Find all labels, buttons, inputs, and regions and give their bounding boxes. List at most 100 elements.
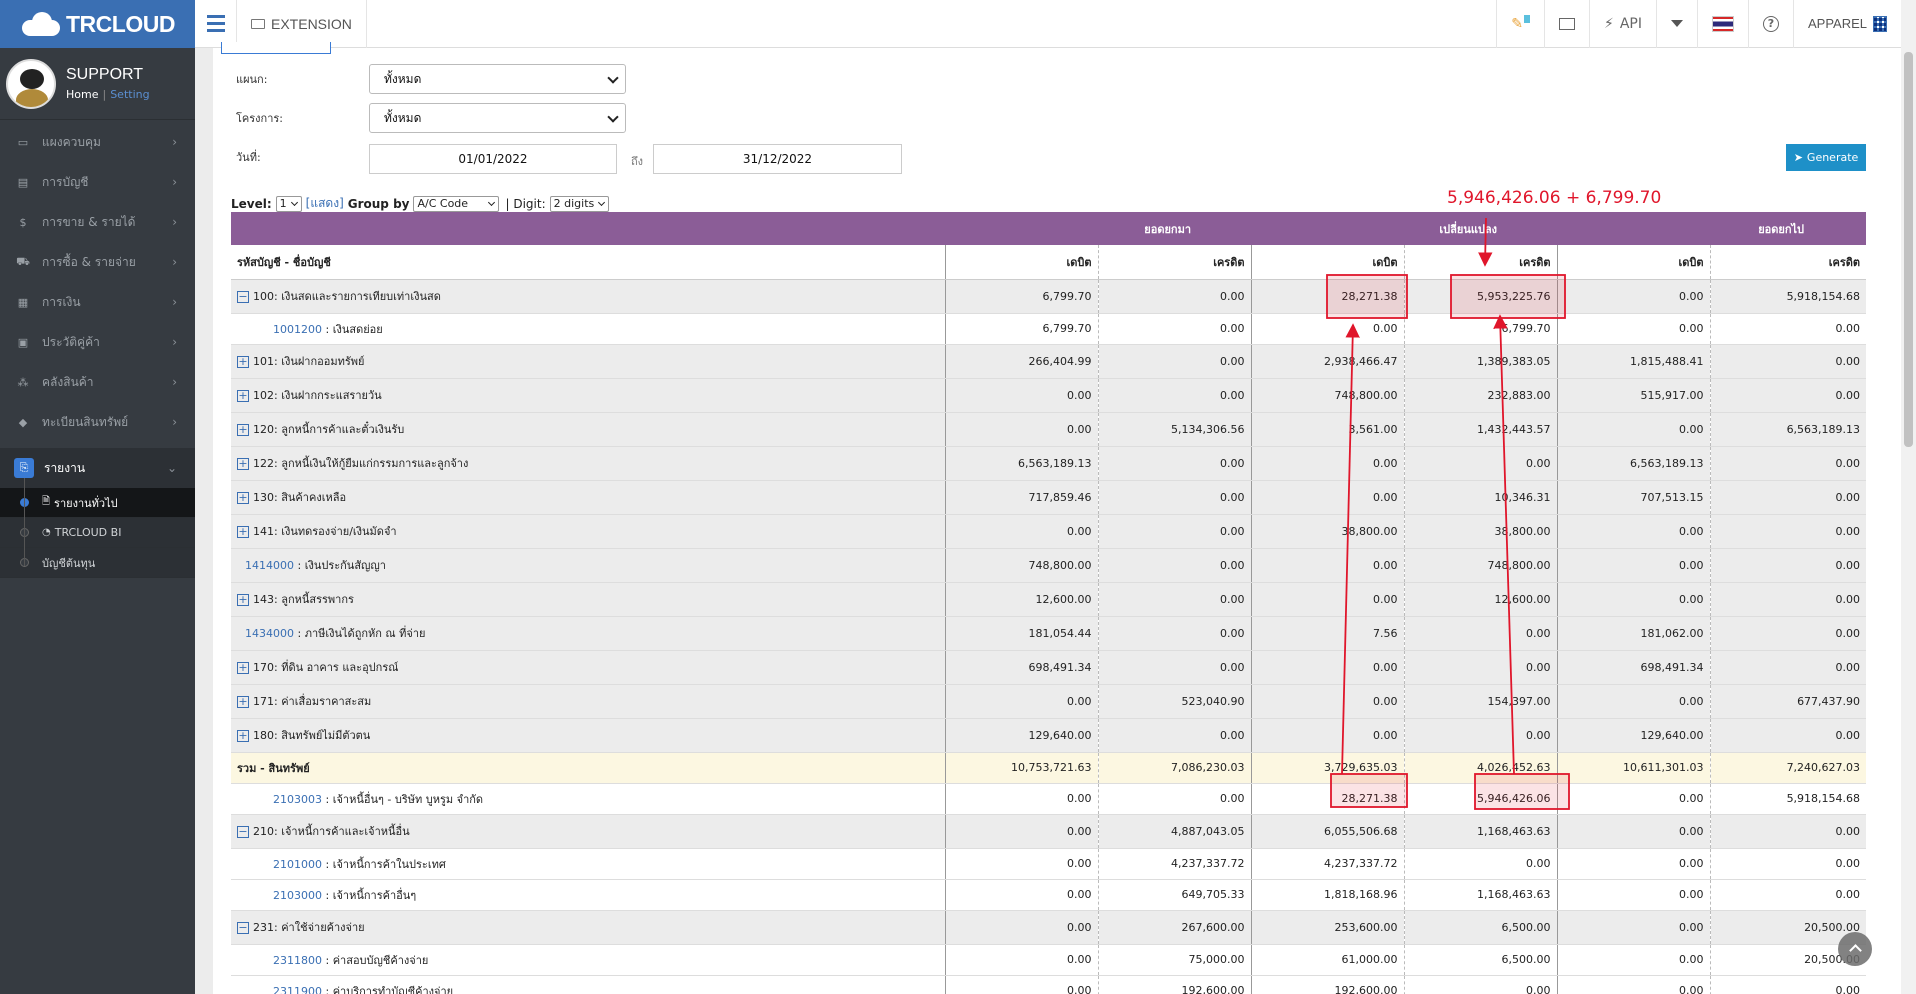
sidebar-item-0[interactable]: ▭ แผงควบคุม ›: [0, 122, 195, 162]
date-to-input[interactable]: 31/12/2022: [653, 144, 902, 174]
subnav-item-0[interactable]: 🗎 รายงานทั่วไป: [0, 488, 195, 518]
table-row[interactable]: +130: สินค้าคงเหลือ 717,859.46 0.00 0.00 10,…: [231, 480, 1867, 515]
amount-cell: 28,271.38: [1250, 279, 1405, 314]
logo[interactable]: TRCLOUD: [0, 0, 195, 48]
expand-icon[interactable]: +: [237, 390, 249, 402]
expand-icon[interactable]: +: [237, 458, 249, 470]
subnav-item-2[interactable]: บัญชีต้นทุน: [0, 548, 195, 578]
account-name: 210: เจ้าหนี้การค้าและเจ้าหนี้อื่น: [253, 825, 410, 838]
amount-cell: 0.00: [1097, 344, 1252, 379]
table-row[interactable]: 1414000 : เงินประกันสัญญา 748,800.00 0.00 0…: [231, 548, 1867, 583]
table-row[interactable]: +122: ลูกหนี้เงินให้กู้ยืมแก่กรรมการและล…: [231, 446, 1867, 481]
level-select[interactable]: 1: [275, 195, 302, 212]
account-name: 171: ค่าเสื่อมราคาสะสม: [253, 695, 372, 708]
subnav-item-1[interactable]: ◔ TRCLOUD BI: [0, 518, 195, 548]
help-button[interactable]: ?: [1747, 0, 1793, 48]
api-button[interactable]: ⚡ API: [1588, 0, 1656, 48]
collapse-icon[interactable]: −: [237, 922, 249, 934]
expand-icon[interactable]: +: [237, 424, 249, 436]
dropdown-toggle[interactable]: [1655, 0, 1697, 48]
collapse-icon[interactable]: −: [237, 291, 249, 303]
amount-cell: 6,055,506.68: [1250, 814, 1405, 849]
sidebar-item-4[interactable]: ▦ การเงิน ›: [0, 282, 195, 322]
contact-icon: ▣: [17, 335, 29, 349]
amount-cell: 0.00: [1709, 650, 1867, 685]
digit-select[interactable]: 2 digits: [549, 195, 610, 212]
table-row[interactable]: 2311800 : ค่าสอบบัญชีค้างจ่าย 0.00 75,000.…: [231, 944, 1867, 976]
table-row[interactable]: +141: เงินทดรองจ่าย/เงินมัดจำ 0.00 0.00 38,…: [231, 514, 1867, 549]
project-select[interactable]: ทั้งหมด: [369, 103, 626, 133]
amount-cell: 698,491.34: [944, 650, 1098, 685]
scrollbar-thumb[interactable]: [1904, 52, 1913, 447]
table-row[interactable]: −210: เจ้าหนี้การค้าและเจ้าหนี้อื่น 0.00 4…: [231, 814, 1867, 849]
sidebar-item-5[interactable]: ▣ ประวัติคู่ค้า ›: [0, 322, 195, 362]
amount-cell: 5,918,154.68: [1709, 783, 1867, 815]
department-select[interactable]: ทั้งหมด: [369, 64, 626, 94]
amount-cell: 1,168,463.63: [1403, 879, 1558, 911]
account-code-link[interactable]: 1434000: [245, 627, 294, 640]
expand-icon[interactable]: +: [237, 730, 249, 742]
group-header-empty: [231, 212, 945, 245]
show-link[interactable]: [แสดง]: [306, 194, 344, 213]
expand-icon[interactable]: +: [237, 356, 249, 368]
language-button[interactable]: [1696, 0, 1748, 48]
sidebar-item-8[interactable]: ⎘ รายงาน ⌄: [0, 448, 195, 488]
sidebar-item-6[interactable]: ⁂ คลังสินค้า ›: [0, 362, 195, 402]
table-row[interactable]: 2103003 : เจ้าหนี้อื่นๆ - บริษัท บูหรูม …: [231, 783, 1867, 815]
total-row[interactable]: รวม - สินทรัพย์ 10,753,721.63 7,086,230.03…: [231, 752, 1867, 784]
account-code-link[interactable]: 2103003: [273, 793, 322, 806]
expand-icon[interactable]: +: [237, 594, 249, 606]
vertical-scrollbar[interactable]: [1901, 0, 1916, 994]
account-code-link[interactable]: 2101000: [273, 858, 322, 871]
expand-icon[interactable]: +: [237, 662, 249, 674]
company-button[interactable]: APPAREL: [1792, 0, 1901, 48]
expand-icon[interactable]: +: [237, 492, 249, 504]
table-row[interactable]: +101: เงินฝากออมทรัพย์ 266,404.99 0.00 2,93…: [231, 344, 1867, 379]
amount-cell: 0.00: [1556, 944, 1711, 976]
table-row[interactable]: 2103000 : เจ้าหนี้การค้าอื่นๆ 0.00 649,705…: [231, 879, 1867, 911]
avatar[interactable]: [6, 58, 56, 109]
expand-icon[interactable]: +: [237, 526, 249, 538]
sidebar-item-2[interactable]: $ การขาย & รายได้ ›: [0, 202, 195, 242]
table-row[interactable]: +180: สินทรัพย์ไม่มีตัวตน 129,640.00 0.00 0…: [231, 718, 1867, 753]
extension-button[interactable]: EXTENSION: [237, 0, 367, 48]
table-row[interactable]: 2311900 : ค่าบริการทำบัญชีค้างจ่าย 0.00 19…: [231, 975, 1867, 994]
announcement-button[interactable]: ✎: [1496, 0, 1544, 48]
table-row[interactable]: 1434000 : ภาษีเงินได้ถูกหัก ณ ที่จ่าย 181…: [231, 616, 1867, 651]
table-row[interactable]: +170: ที่ดิน อาคาร และอุปกรณ์ 698,491.34 0…: [231, 650, 1867, 685]
account-cell: +122: ลูกหนี้เงินให้กู้ยืมแก่กรรมการและล…: [231, 446, 945, 481]
scroll-to-top-button[interactable]: [1838, 932, 1872, 966]
generate-button[interactable]: ➤ Generate: [1786, 144, 1866, 171]
sidebar-item-3[interactable]: ⛟ การซื้อ & รายจ่าย ›: [0, 242, 195, 282]
sidebar-item-1[interactable]: ▤ การบัญชี ›: [0, 162, 195, 202]
account-code-link[interactable]: 1001200: [273, 323, 322, 336]
groupby-select[interactable]: A/C Code: [413, 195, 500, 212]
table-row[interactable]: −100: เงินสดและรายการเทียบเท่าเงินสด 6,79…: [231, 279, 1867, 314]
amount-cell: 1,818,168.96: [1250, 879, 1405, 911]
account-code-link[interactable]: 2311800: [273, 954, 322, 967]
account-code-link[interactable]: 2103000: [273, 889, 322, 902]
account-code-link[interactable]: 1414000: [245, 559, 294, 572]
book-icon: ▤: [17, 175, 29, 189]
expand-icon[interactable]: +: [237, 696, 249, 708]
account-cell: +171: ค่าเสื่อมราคาสะสม: [231, 684, 945, 719]
collapse-icon[interactable]: −: [237, 826, 249, 838]
date-from-input[interactable]: 01/01/2022: [369, 144, 617, 174]
account-name: 231: ค่าใช้จ่ายค้างจ่าย: [253, 921, 365, 934]
mail-button[interactable]: [1543, 0, 1589, 48]
setting-link[interactable]: Setting: [110, 88, 149, 101]
sidebar-item-7[interactable]: ◆ ทะเบียนสินทรัพย์ ›: [0, 402, 195, 442]
amount-cell: 0.00: [1556, 879, 1711, 911]
table-row[interactable]: +143: ลูกหนี้สรรพากร 12,600.00 0.00 0.00 12,…: [231, 582, 1867, 617]
table-row[interactable]: +120: ลูกหนี้การค้าและตั๋วเงินรับ 0.00 5,1…: [231, 412, 1867, 447]
tab-stub[interactable]: [221, 42, 331, 54]
hamburger-menu-icon[interactable]: [195, 0, 237, 48]
table-row[interactable]: 2101000 : เจ้าหนี้การค้าในประเทศ 0.00 4,23…: [231, 848, 1867, 880]
table-row[interactable]: 1001200 : เงินสดย่อย 6,799.70 0.00 0.00 6,79…: [231, 313, 1867, 345]
account-code-link[interactable]: 2311900: [273, 985, 322, 994]
table-row[interactable]: +171: ค่าเสื่อมราคาสะสม 0.00 523,040.90 0.0…: [231, 684, 1867, 719]
table-row[interactable]: −231: ค่าใช้จ่ายค้างจ่าย 0.00 267,600.00 25…: [231, 910, 1867, 945]
home-link[interactable]: Home: [66, 88, 98, 101]
amount-cell: 0.00: [1097, 378, 1252, 413]
table-row[interactable]: +102: เงินฝากกระแสรายวัน 0.00 0.00 748,800.…: [231, 378, 1867, 413]
